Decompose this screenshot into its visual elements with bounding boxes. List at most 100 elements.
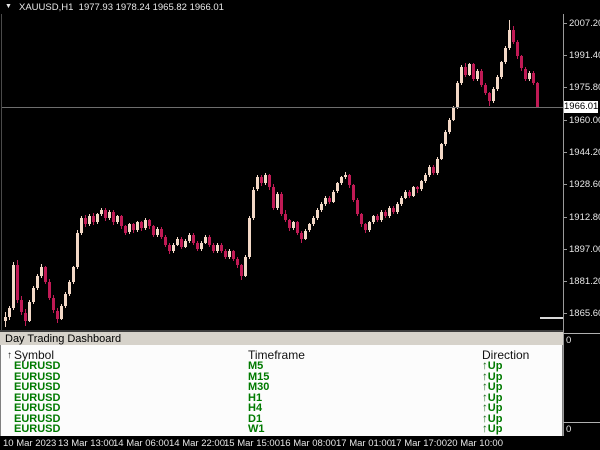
bull-candle-body xyxy=(316,210,319,219)
bear-candle-body xyxy=(268,175,271,188)
time-axis[interactable]: 10 Mar 2023 13 Mar 13:00 14 Mar 06:00 14 Ma… xyxy=(0,436,600,450)
bull-candle-body xyxy=(324,197,327,204)
timeframe-cell: D1 xyxy=(248,412,263,425)
dashboard-title-bar[interactable]: Day Trading Dashboard xyxy=(0,330,563,345)
bull-candle-body xyxy=(264,175,267,184)
table-row[interactable]: EURUSD H4 ↑Up xyxy=(1,402,562,414)
bull-candle-body xyxy=(412,187,415,196)
table-row[interactable]: EURUSD M15 ↑Up xyxy=(1,371,562,383)
timeframe-cell: M5 xyxy=(248,360,264,372)
bull-candle-body xyxy=(204,236,207,243)
table-row[interactable]: EURUSD D1 ↑Up xyxy=(1,412,562,425)
table-row[interactable]: EURUSD W1 ↑Up xyxy=(1,423,562,435)
bull-candle-body xyxy=(380,212,383,221)
bear-candle-body xyxy=(160,228,163,237)
dashboard-title: Day Trading Dashboard xyxy=(5,333,122,345)
bull-candle-body xyxy=(500,62,503,77)
bear-candle-body xyxy=(300,232,303,239)
bear-candle-body xyxy=(480,70,483,85)
bull-candle-body xyxy=(8,308,11,317)
timeframe-cell: M30 xyxy=(248,381,270,393)
bear-candle-body xyxy=(272,187,275,208)
bull-candle-body xyxy=(200,242,203,249)
direction-cell: ↑Up xyxy=(482,412,503,425)
price-tick-label: 1928.60 xyxy=(569,179,600,190)
bull-candle-body xyxy=(424,175,427,182)
bear-candle-body xyxy=(112,212,115,223)
bull-candle-body xyxy=(492,89,495,102)
bear-candle-body xyxy=(348,175,351,186)
direction-cell: ↑Up xyxy=(482,391,503,404)
bull-candle-body xyxy=(528,72,531,79)
price-axis-border xyxy=(563,14,564,436)
bull-candle-body xyxy=(68,281,71,295)
bull-candle-body xyxy=(428,166,431,176)
symbol-cell: EURUSD xyxy=(14,360,61,372)
chart-frame-separator xyxy=(540,317,563,319)
bull-candle-body xyxy=(72,267,75,282)
bear-candle-body xyxy=(288,220,291,229)
price-tick-label: 1865.60 xyxy=(569,308,600,319)
bear-candle-body xyxy=(488,93,491,102)
table-row[interactable]: EURUSD M30 ↑Up xyxy=(1,381,562,393)
bear-candle-body xyxy=(104,210,107,219)
price-tick xyxy=(563,87,567,88)
price-tick-label: 1897.00 xyxy=(569,244,600,255)
price-tick xyxy=(563,55,567,56)
bear-candle-body xyxy=(132,224,135,231)
bear-candle-body xyxy=(220,244,223,252)
bull-candle-body xyxy=(28,302,31,321)
price-tick xyxy=(563,152,567,153)
bear-candle-body xyxy=(484,84,487,94)
bull-candle-body xyxy=(32,287,35,303)
bull-candle-body xyxy=(276,193,279,208)
price-tick xyxy=(563,120,567,121)
current-price-box: 1966.01 xyxy=(564,101,599,113)
bear-candle-body xyxy=(512,29,515,42)
bull-candle-body xyxy=(252,189,255,219)
bear-candle-body xyxy=(84,218,87,225)
bear-candle-body xyxy=(392,207,395,212)
bear-candle-body xyxy=(236,259,239,266)
bull-candle-body xyxy=(4,316,7,321)
bear-candle-body xyxy=(148,220,151,227)
timeframe-cell: H1 xyxy=(248,391,263,404)
bull-candle-body xyxy=(436,158,439,174)
bear-candle-body xyxy=(56,310,59,319)
bear-candle-body xyxy=(284,214,287,221)
bear-candle-body xyxy=(296,222,299,233)
bull-candle-body xyxy=(256,177,259,190)
bear-candle-body xyxy=(20,300,23,313)
bear-candle-body xyxy=(516,41,519,57)
bull-candle-body xyxy=(404,191,407,198)
bull-candle-body xyxy=(244,257,247,276)
sort-ascending-icon[interactable]: ↑ xyxy=(7,350,12,361)
bear-candle-body xyxy=(180,238,183,247)
price-tick-label: 1912.80 xyxy=(569,212,600,223)
bear-candle-body xyxy=(356,199,359,215)
symbol-cell: EURUSD xyxy=(14,381,61,393)
bear-candle-body xyxy=(224,251,227,258)
bull-candle-body xyxy=(172,244,175,252)
price-tick xyxy=(563,249,567,250)
bear-candle-body xyxy=(360,214,363,225)
bull-candle-body xyxy=(420,181,423,190)
price-tick-label: 2007.20 xyxy=(569,18,600,29)
price-tick-label: 1975.80 xyxy=(569,82,600,93)
bull-candle-body xyxy=(36,275,39,288)
time-tick-label: 16 Mar 08:00 xyxy=(280,438,336,449)
bear-candle-body xyxy=(364,224,367,231)
bull-candle-body xyxy=(248,218,251,258)
dashboard-panel: ↑ Symbol Timeframe Direction EURUSD M5 ↑Up… xyxy=(0,345,563,436)
price-tick xyxy=(563,217,567,218)
time-tick-label: 17 Mar 01:00 xyxy=(336,438,392,449)
bull-candle-body xyxy=(60,306,63,319)
bear-candle-body xyxy=(280,193,283,215)
table-row[interactable]: EURUSD M5 ↑Up xyxy=(1,360,562,372)
bull-candle-body xyxy=(216,244,219,252)
time-tick-label: 20 Mar 10:00 xyxy=(447,438,503,449)
symbol-cell: EURUSD xyxy=(14,391,61,404)
bull-candle-body xyxy=(340,177,343,184)
table-row[interactable]: EURUSD H1 ↑Up xyxy=(1,391,562,404)
time-tick-label: 14 Mar 06:00 xyxy=(113,438,169,449)
